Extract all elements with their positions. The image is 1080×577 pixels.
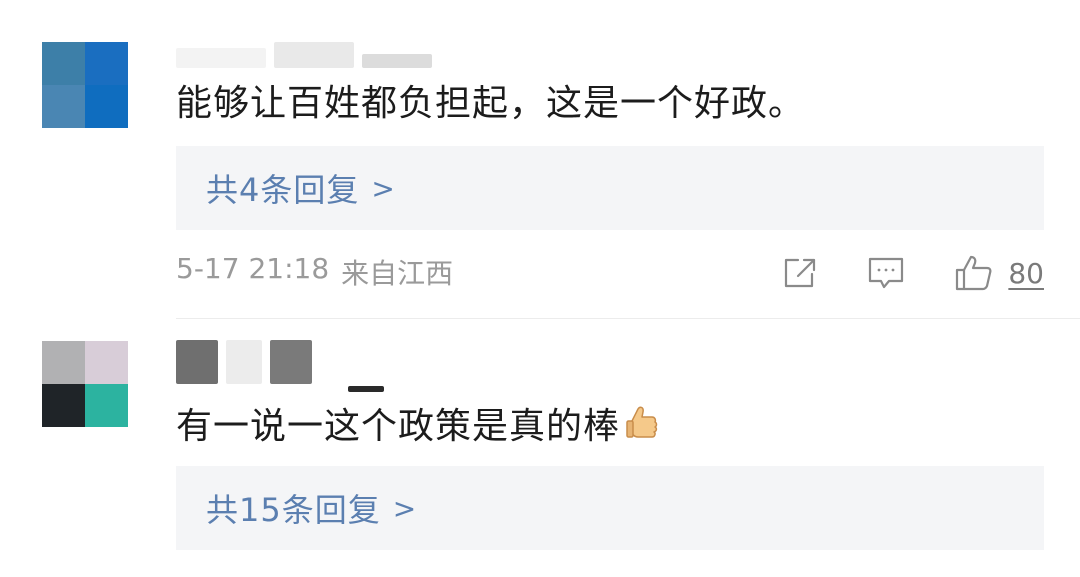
replies-count-label: 共15条回复 (206, 491, 381, 529)
thumbs-up-emoji-icon (624, 404, 658, 455)
location: 来自江西 (341, 257, 454, 290)
redacted-block (176, 340, 218, 384)
comment-item: 有一说一这个政策是真的棒 共15条回复 > (0, 320, 1080, 577)
like-count: 80 (1008, 256, 1044, 290)
redacted-block (348, 386, 384, 392)
view-replies-link[interactable]: 共4条回复 > (206, 165, 396, 211)
chevron-right-icon: > (392, 491, 418, 525)
timestamp: 5-17 21:18 (176, 252, 330, 285)
like-button[interactable]: 80 (954, 253, 1044, 293)
comment-actions: 80 (780, 248, 1044, 298)
redacted-block (274, 42, 354, 68)
comment-item: 能够让百姓都负担起，这是一个好政。 共4条回复 > 5-17 21:18 来自江… (0, 0, 1080, 318)
redacted-block (226, 340, 262, 384)
thumbs-up-icon (954, 253, 994, 293)
avatar-pixel (85, 42, 128, 85)
avatar-pixel (42, 384, 85, 427)
replies-box[interactable]: 共4条回复 > (176, 146, 1044, 230)
comment-text: 能够让百姓都负担起，这是一个好政。 (176, 83, 806, 124)
comment-text: 有一说一这个政策是真的棒 (176, 404, 658, 455)
avatar-pixel (42, 42, 85, 85)
redacted-block (270, 340, 312, 384)
chevron-right-icon: > (371, 171, 396, 205)
comment-icon[interactable] (866, 253, 906, 293)
avatar-pixel (85, 85, 128, 128)
username-redacted[interactable] (176, 340, 384, 392)
comment-meta: 5-17 21:18 来自江西 (176, 252, 453, 292)
share-icon[interactable] (780, 253, 820, 293)
view-replies-link[interactable]: 共15条回复 > (206, 485, 417, 531)
avatar-pixel (85, 341, 128, 384)
comment-text-content: 有一说一这个政策是真的棒 (176, 406, 621, 447)
replies-box[interactable]: 共15条回复 > (176, 466, 1044, 550)
avatar-pixel (85, 384, 128, 427)
avatar-pixel (42, 341, 85, 384)
username-redacted[interactable] (176, 24, 432, 68)
avatar[interactable] (42, 341, 128, 427)
comment-divider (176, 318, 1080, 319)
avatar-pixel (42, 85, 85, 128)
redacted-block (362, 54, 432, 68)
replies-count-label: 共4条回复 (206, 171, 360, 209)
redacted-block (176, 48, 266, 68)
avatar[interactable] (42, 42, 128, 128)
